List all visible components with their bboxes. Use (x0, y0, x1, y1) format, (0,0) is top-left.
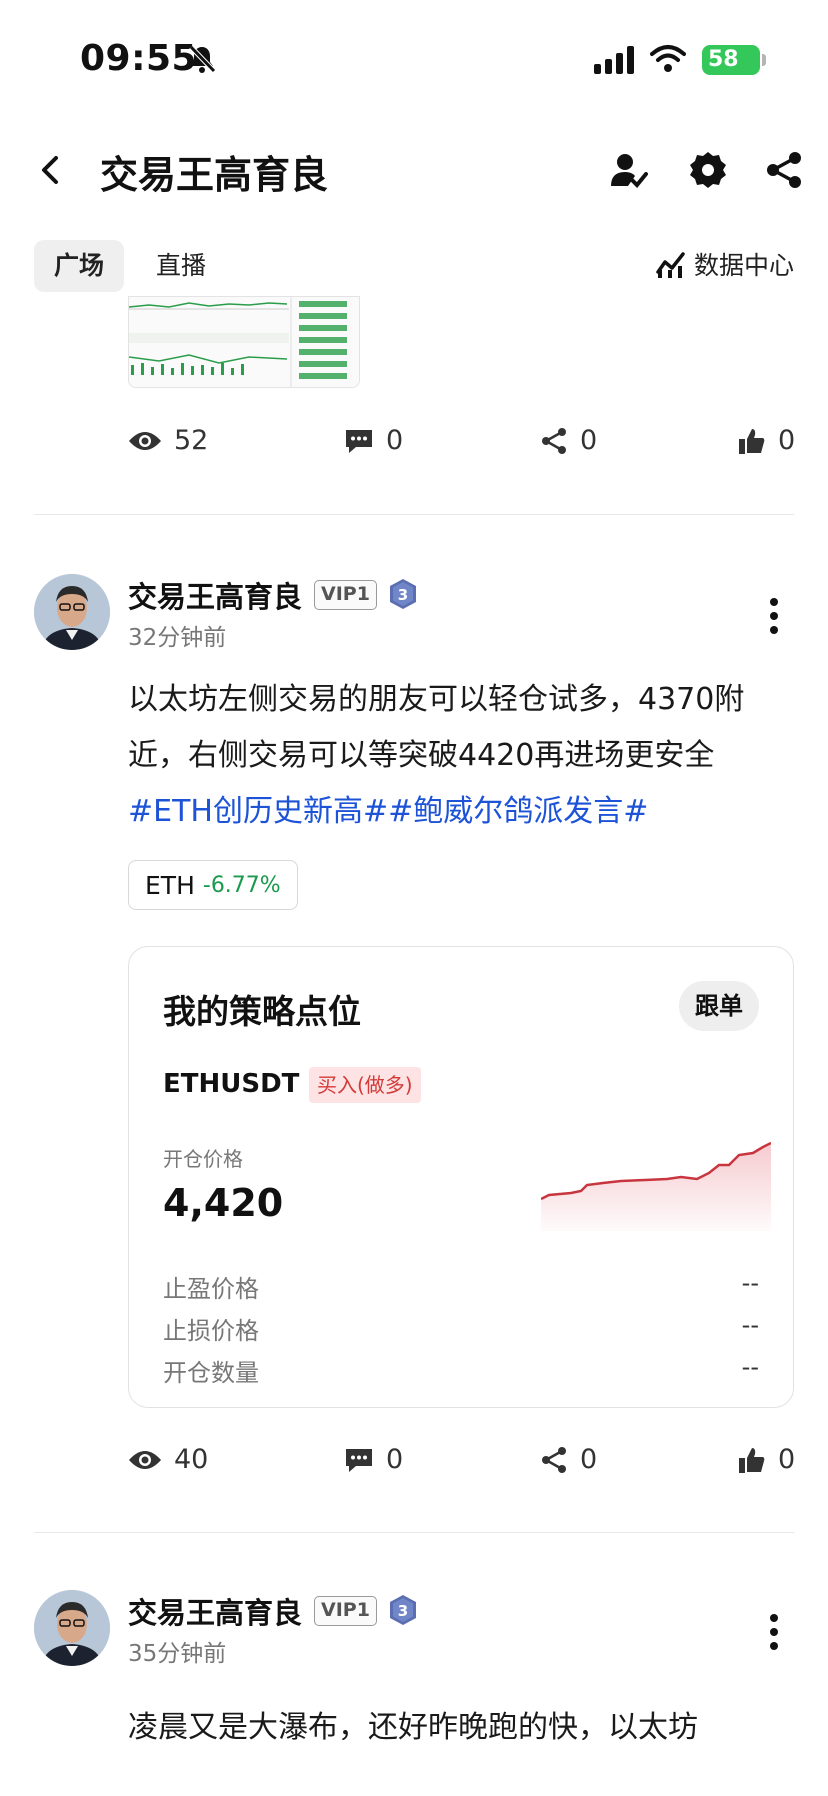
vip-badge: VIP1 (314, 580, 377, 610)
battery-indicator: 58 (702, 45, 760, 75)
status-bar: 09:55 58 (0, 0, 828, 120)
tab-plaza[interactable]: 广场 (34, 240, 125, 292)
status-time: 09:55 (80, 38, 198, 79)
take-profit-value: -- (741, 1269, 759, 1297)
vip-badge: VIP1 (314, 1596, 377, 1626)
strategy-card[interactable]: 我的策略点位 跟单 ETHUSDT 买入(做多) 开仓价格 4,420 止盈价格… (128, 946, 794, 1408)
comment-icon (346, 429, 372, 453)
order-side-tag: 买入(做多) (309, 1067, 421, 1103)
hashtag-link[interactable]: #ETH创历史新高# (128, 794, 388, 829)
more-options-icon[interactable] (764, 596, 784, 636)
open-price-label: 开仓价格 (163, 1147, 243, 1171)
post-divider (34, 514, 794, 515)
like-button[interactable]: 0 (738, 425, 795, 456)
share-icon (542, 427, 566, 454)
tab-bar: 广场 直播 数据中心 (0, 240, 828, 296)
post-timestamp: 32分钟前 (128, 625, 227, 651)
level-number: 3 (398, 586, 408, 604)
trading-pair: ETHUSDT (163, 1069, 300, 1099)
shares-count: 0 (580, 1444, 598, 1475)
likes-count: 0 (778, 425, 796, 456)
eye-icon (129, 431, 161, 450)
previous-post-stats: 52 0 0 0 (0, 425, 828, 465)
stop-loss-value: -- (741, 1311, 759, 1339)
shares-count: 0 (580, 425, 598, 456)
user-follow-icon[interactable] (608, 150, 648, 190)
share-icon (542, 1446, 566, 1473)
battery-cap (762, 54, 766, 66)
likes-count: 0 (778, 1444, 796, 1475)
gear-icon[interactable] (688, 150, 728, 190)
coin-chip[interactable]: ETH -6.77% (128, 860, 298, 910)
post-stats: 40 0 0 0 (0, 1444, 828, 1484)
post-body-text: 凌晨又是大瀑布，还好昨晚跑的快，以太坊 (128, 1710, 698, 1740)
views-stat: 40 (128, 1444, 208, 1475)
comment-button[interactable]: 0 (344, 425, 403, 456)
coin-change: -6.77% (202, 872, 281, 898)
eye-icon (129, 1450, 161, 1469)
author-name[interactable]: 交易王高育良 (128, 1590, 302, 1632)
more-options-icon[interactable] (764, 1612, 784, 1652)
page-title: 交易王高育良 (100, 153, 329, 197)
share-icon[interactable] (764, 150, 804, 190)
position-size-value: -- (741, 1353, 759, 1381)
comment-icon (346, 1448, 372, 1472)
comment-button[interactable]: 0 (344, 1444, 403, 1475)
chart-analytics-icon (656, 252, 685, 278)
views-stat: 52 (128, 425, 208, 456)
share-button[interactable]: 0 (540, 425, 597, 456)
like-button[interactable]: 0 (738, 1444, 795, 1475)
post-divider (34, 1532, 794, 1533)
tab-live[interactable]: 直播 (136, 240, 226, 292)
views-count: 40 (174, 1444, 209, 1475)
previous-post-image[interactable] (128, 296, 360, 388)
thumbs-up-icon (739, 428, 765, 454)
take-profit-label: 止盈价格 (163, 1275, 259, 1303)
avatar-image (34, 1590, 110, 1666)
thumbs-up-icon (739, 1447, 765, 1473)
avatar[interactable] (34, 1590, 110, 1666)
position-size-label: 开仓数量 (163, 1359, 259, 1387)
avatar-image (34, 574, 110, 650)
data-center-label: 数据中心 (693, 251, 794, 280)
bell-muted-icon (189, 45, 216, 73)
level-number: 3 (398, 1602, 408, 1620)
follow-trade-button[interactable]: 跟单 (679, 981, 759, 1031)
author-name[interactable]: 交易王高育良 (128, 574, 302, 616)
avatar[interactable] (34, 574, 110, 650)
comments-count: 0 (386, 1444, 404, 1475)
post-body-text: 以太坊左侧交易的朋友可以轻仓试多，4370附近，右侧交易可以等突破4420再进场… (128, 682, 745, 773)
open-price-value: 4,420 (163, 1181, 284, 1225)
level-shield-icon: 3 (390, 579, 416, 609)
wifi-icon (650, 45, 686, 72)
cellular-signal-icon (594, 46, 634, 74)
level-shield-icon: 3 (390, 1595, 416, 1625)
post-timestamp: 35分钟前 (128, 1641, 227, 1667)
strategy-title: 我的策略点位 (163, 992, 361, 1031)
back-arrow-icon[interactable] (30, 150, 70, 190)
share-button[interactable]: 0 (540, 1444, 597, 1475)
views-count: 52 (174, 425, 209, 456)
top-header: 交易王高育良 (0, 130, 828, 210)
price-sparkline (541, 1141, 771, 1231)
coin-symbol: ETH (145, 870, 195, 900)
trading-screenshot-thumbnail (129, 297, 359, 387)
data-center-link[interactable]: 数据中心 (656, 246, 794, 282)
comments-count: 0 (386, 425, 404, 456)
post-body: 以太坊左侧交易的朋友可以轻仓试多，4370附近，右侧交易可以等突破4420再进场… (128, 672, 798, 840)
stop-loss-label: 止损价格 (163, 1317, 259, 1345)
hashtag-link[interactable]: #鲍威尔鸽派发言# (388, 794, 648, 829)
